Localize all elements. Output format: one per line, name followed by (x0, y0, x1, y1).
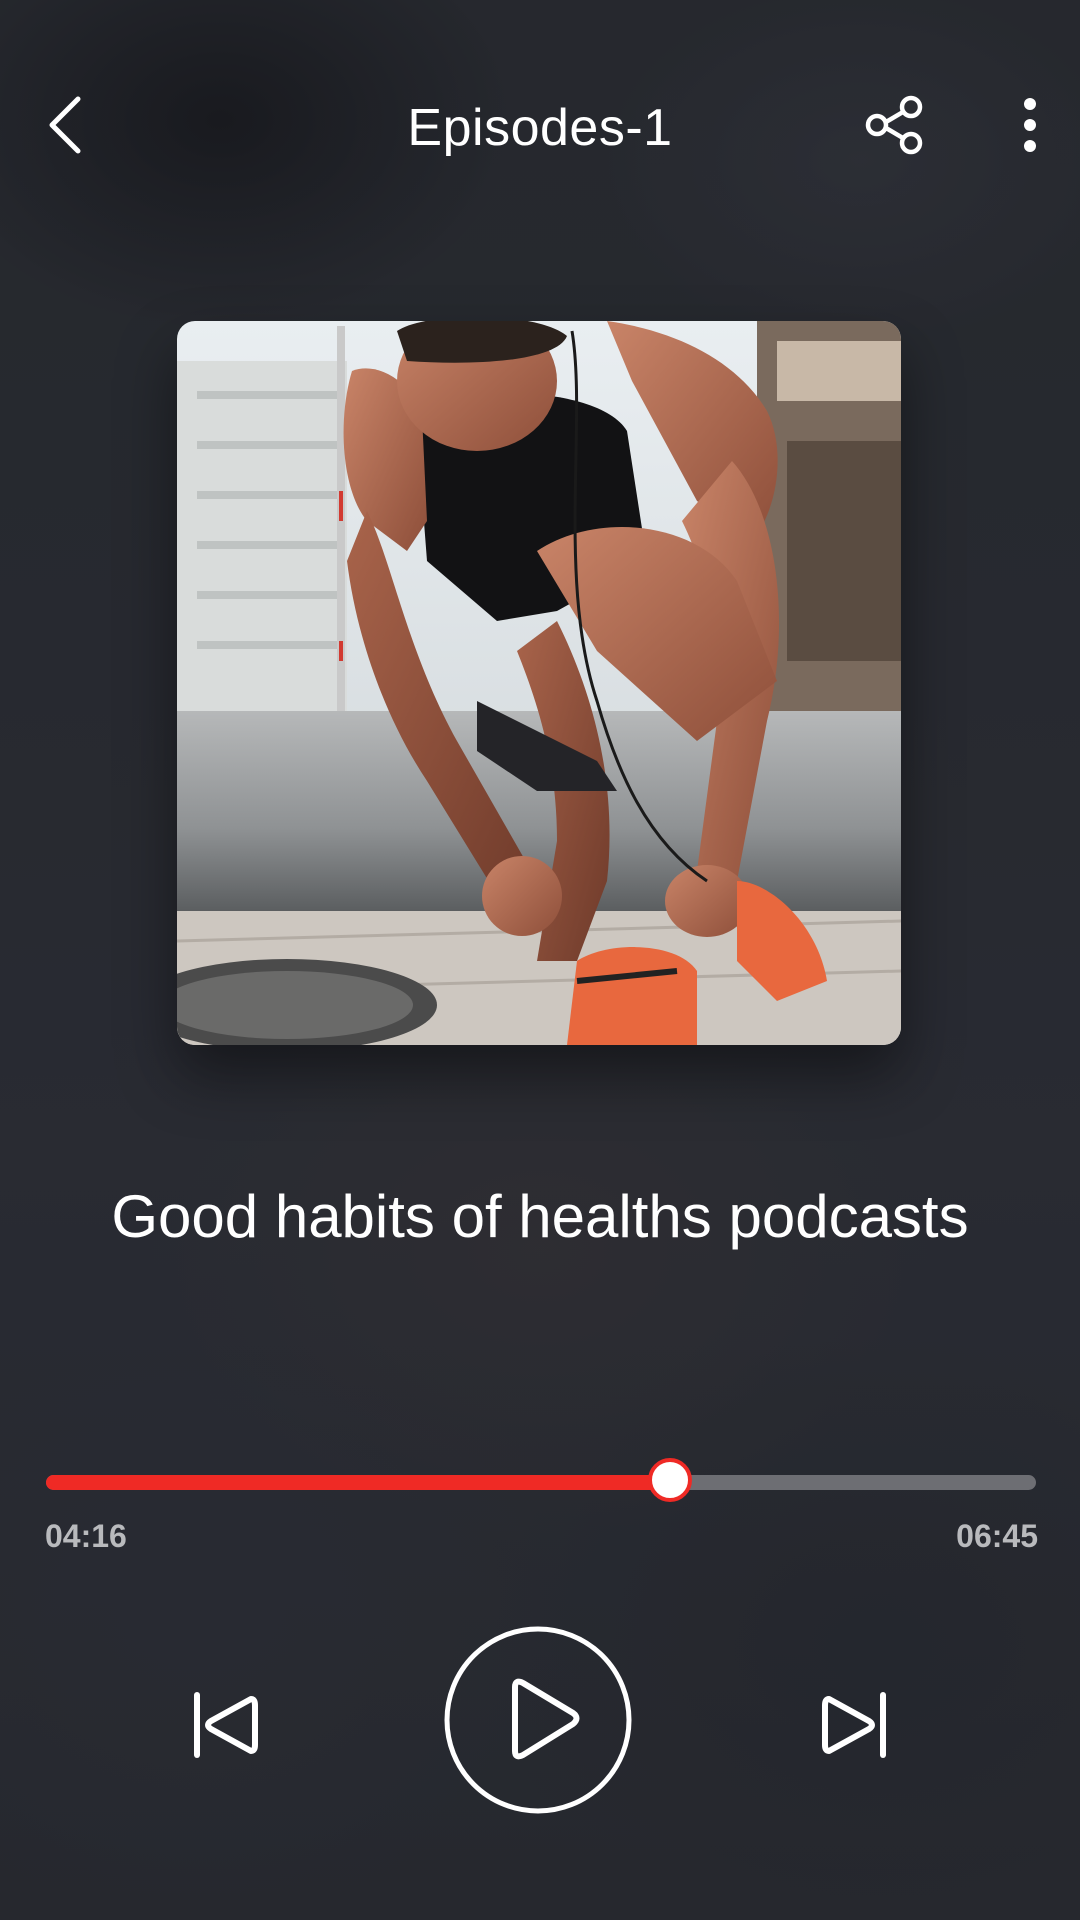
progress-thumb[interactable] (647, 1458, 692, 1502)
play-button[interactable] (443, 1625, 633, 1815)
previous-button[interactable] (170, 1670, 280, 1780)
more-options-button[interactable] (1000, 90, 1060, 160)
play-icon (444, 1626, 632, 1814)
top-bar: Episodes-1 (0, 80, 1080, 170)
share-icon (865, 95, 923, 155)
episode-artwork (177, 321, 901, 1045)
more-vertical-icon (1024, 98, 1036, 152)
progress-fill (46, 1475, 670, 1490)
current-time: 04:16 (45, 1518, 127, 1554)
page-title: Episodes-1 (407, 99, 673, 157)
episode-title: Good habits of healths podcasts (111, 1183, 969, 1250)
progress-slider[interactable] (46, 1458, 1036, 1502)
chevron-left-icon (49, 96, 81, 154)
skip-next-icon (822, 1692, 886, 1758)
next-button[interactable] (800, 1670, 910, 1780)
back-button[interactable] (30, 90, 100, 160)
skip-previous-icon (194, 1692, 258, 1758)
total-time: 06:45 (956, 1518, 1038, 1554)
share-button[interactable] (860, 90, 930, 160)
playback-controls (0, 1625, 1080, 1825)
